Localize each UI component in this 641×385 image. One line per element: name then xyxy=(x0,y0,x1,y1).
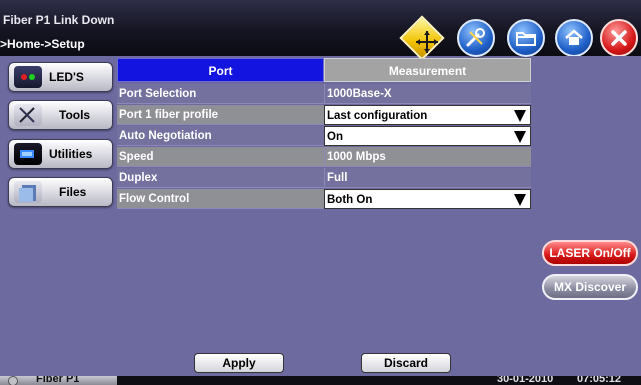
setting-row-port-selection: Port Selection 1000Base-X xyxy=(117,84,531,104)
sidebar-item-leds[interactable]: LED'S xyxy=(8,62,113,92)
setting-label: Duplex xyxy=(117,168,324,188)
sidebar-item-label: LED'S xyxy=(49,70,84,84)
dropdown-arrow-icon xyxy=(514,131,526,143)
setting-row-auto-negotiation: Auto Negotiation On xyxy=(117,126,531,146)
folder-header-button[interactable] xyxy=(507,19,545,57)
setting-row-duplex: Duplex Full xyxy=(117,168,531,188)
home-header-button[interactable] xyxy=(555,19,593,57)
select-value: On xyxy=(327,131,343,143)
setting-label: Auto Negotiation xyxy=(117,126,324,146)
close-header-button[interactable] xyxy=(600,19,638,57)
port-status-label: Fiber P1 xyxy=(36,376,80,385)
setting-value: 1000 Mbps xyxy=(324,147,531,167)
sidebar-item-tools[interactable]: Tools xyxy=(8,100,113,130)
sidebar: LED'S Tools Utilities Files xyxy=(0,56,117,376)
sidebar-item-files[interactable]: Files xyxy=(8,177,113,207)
setting-label: Port 1 fiber profile xyxy=(117,105,324,125)
sidebar-item-label: Tools xyxy=(59,108,91,122)
setting-label: Port Selection xyxy=(117,84,324,104)
port-led-icon xyxy=(8,376,18,385)
leds-icon xyxy=(14,66,42,88)
window-title: Fiber P1 Link Down xyxy=(3,13,115,27)
setting-label: Flow Control xyxy=(117,189,324,209)
laser-toggle-button[interactable]: LASER On/Off xyxy=(542,240,638,266)
setting-row-speed: Speed 1000 Mbps xyxy=(117,147,531,167)
tools-header-button[interactable] xyxy=(457,19,495,57)
status-date: 30-01-2010 xyxy=(497,376,554,385)
tools-icon xyxy=(14,104,42,126)
setting-row-flow-control: Flow Control Both On xyxy=(117,189,531,209)
port-status-tag[interactable]: Fiber P1 xyxy=(0,376,117,385)
apply-button[interactable]: Apply xyxy=(194,353,284,373)
utilities-icon xyxy=(14,143,42,165)
dropdown-arrow-icon xyxy=(514,194,526,206)
setting-value: Full xyxy=(324,168,531,188)
folder-icon xyxy=(516,32,536,46)
tab-measurement[interactable]: Measurement xyxy=(324,58,531,82)
tools-icon xyxy=(466,28,485,47)
status-bar: Fiber P1 30-01-2010 07:05:12 xyxy=(0,376,641,385)
breadcrumb: >Home->Setup xyxy=(0,37,85,51)
sidebar-item-label: Files xyxy=(59,185,87,199)
files-icon xyxy=(14,181,42,203)
sidebar-item-utilities[interactable]: Utilities xyxy=(8,139,113,169)
main-panel: Port Measurement Port Selection 1000Base… xyxy=(117,56,531,376)
sidebar-item-label: Utilities xyxy=(49,147,93,161)
mx-discover-button[interactable]: MX Discover xyxy=(542,274,638,300)
title-bar: Fiber P1 Link Down >Home->Setup xyxy=(0,0,641,61)
right-panel: LASER On/Off MX Discover xyxy=(531,56,641,376)
select-value: Both On xyxy=(327,194,373,206)
setting-label: Speed xyxy=(117,147,324,167)
flow-control-select[interactable]: Both On xyxy=(324,189,531,209)
fiber-profile-select[interactable]: Last configuration xyxy=(324,105,531,125)
dropdown-arrow-icon xyxy=(514,110,526,122)
setting-row-fiber-profile: Port 1 fiber profile Last configuration xyxy=(117,105,531,125)
status-time: 07:05:12 xyxy=(577,376,622,385)
select-value: Last configuration xyxy=(327,110,428,122)
home-icon xyxy=(565,29,583,45)
setting-value: 1000Base-X xyxy=(324,84,531,104)
discard-button[interactable]: Discard xyxy=(361,353,451,373)
pin-cross-icon xyxy=(416,31,438,53)
tab-port[interactable]: Port xyxy=(117,58,324,82)
auto-negotiation-select[interactable]: On xyxy=(324,126,531,146)
close-icon xyxy=(611,30,627,46)
